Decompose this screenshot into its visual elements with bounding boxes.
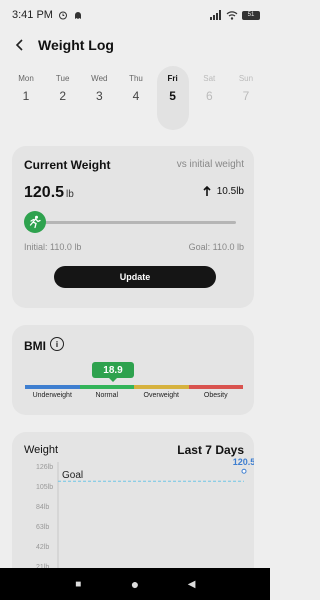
day-name: Sun: [238, 74, 254, 83]
current-weight-value: 120.5 lb: [24, 184, 74, 202]
recent-apps-button[interactable]: ■: [68, 574, 88, 594]
bmi-scale-labels: Underweight Normal Overweight Obesity: [25, 392, 243, 399]
bmi-segment-normal: [79, 385, 134, 389]
header: Weight Log: [0, 30, 270, 60]
system-nav-bar: ■ ● ◀: [0, 568, 270, 600]
day-fri[interactable]: Fri 5: [156, 66, 189, 130]
back-arrow-icon[interactable]: [12, 35, 28, 55]
chart-range-label[interactable]: Last 7 Days: [177, 443, 244, 457]
bmi-title: BMI: [24, 339, 46, 353]
alarm-icon: [58, 11, 67, 20]
day-name: Wed: [91, 74, 108, 83]
weight-number: 120.5: [24, 184, 65, 201]
goal-progress-track: [42, 221, 236, 224]
bmi-label-obesity: Obesity: [203, 392, 228, 399]
bmi-card: BMI i 18.9 Underweight Normal Overweight Ob…: [12, 325, 254, 415]
y-tick-label: 126lb: [36, 464, 53, 471]
current-weight-title: Current Weight: [24, 158, 111, 172]
signal-icon: [210, 10, 221, 20]
info-icon[interactable]: i: [50, 337, 64, 351]
status-time: 3:41 PM: [12, 9, 53, 21]
weight-change-value: 10.5lb: [216, 186, 244, 197]
day-number: 6: [205, 89, 213, 103]
day-number: 7: [242, 89, 250, 103]
bmi-value-badge: 18.9: [92, 362, 134, 382]
week-day-selector: Mon 1 Tue 2 Wed 3 Thu 4 Fri 5 Sat 6 Sun 7: [10, 66, 262, 130]
day-mon[interactable]: Mon 1: [10, 66, 42, 130]
day-thu[interactable]: Thu 4: [120, 66, 152, 130]
weight-unit: lb: [66, 189, 74, 200]
day-name: Fri: [167, 74, 178, 83]
compare-label: vs initial weight: [176, 159, 244, 170]
day-number: 3: [95, 89, 103, 103]
chart-title: Weight: [24, 444, 59, 456]
day-name: Tue: [55, 74, 70, 83]
day-sun: Sun 7: [230, 66, 262, 130]
battery-icon: 51: [242, 10, 260, 20]
update-button[interactable]: Update: [54, 266, 216, 288]
back-button[interactable]: ◀: [182, 574, 202, 594]
day-number: 1: [22, 89, 30, 103]
day-number: 2: [59, 89, 66, 103]
day-name: Thu: [129, 74, 143, 83]
runner-icon: [24, 211, 46, 233]
page-title: Weight Log: [38, 37, 114, 53]
ghost-notification-icon: [74, 12, 81, 19]
day-number: 4: [132, 89, 140, 103]
day-number: 5: [169, 89, 176, 103]
day-tue[interactable]: Tue 2: [47, 66, 79, 130]
home-button[interactable]: ●: [125, 574, 145, 594]
bmi-label-normal: Normal: [95, 392, 119, 399]
bmi-segment-overweight: [134, 385, 189, 389]
up-arrow-icon: [203, 186, 211, 196]
day-sat: Sat 6: [193, 66, 225, 130]
bmi-scale-bar: [25, 385, 243, 389]
data-point: [241, 468, 247, 474]
day-name: Mon: [18, 74, 34, 83]
y-tick-label: 105lb: [36, 484, 53, 491]
bmi-label-underweight: Underweight: [32, 392, 72, 399]
goal-label: Goal: [62, 470, 83, 481]
weight-change: 10.5lb: [203, 186, 244, 197]
wifi-icon: [226, 11, 238, 20]
day-wed[interactable]: Wed 3: [83, 66, 115, 130]
status-bar: 3:41 PM 51: [0, 0, 270, 30]
y-tick-label: 84lb: [36, 504, 49, 511]
current-weight-card: Current Weight vs initial weight 120.5 lb…: [12, 146, 254, 308]
y-tick-label: 42lb: [36, 544, 49, 551]
y-tick-label: 63lb: [36, 524, 49, 531]
day-name: Sat: [203, 74, 216, 83]
initial-weight-label: Initial: 110.0 lb: [24, 242, 82, 252]
bmi-label-overweight: Overweight: [143, 392, 179, 399]
data-point-label: 120.5: [233, 457, 254, 467]
goal-weight-label: Goal: 110.0 lb: [188, 242, 244, 252]
bmi-segment-obesity: [188, 385, 243, 389]
bmi-segment-underweight: [25, 385, 80, 389]
